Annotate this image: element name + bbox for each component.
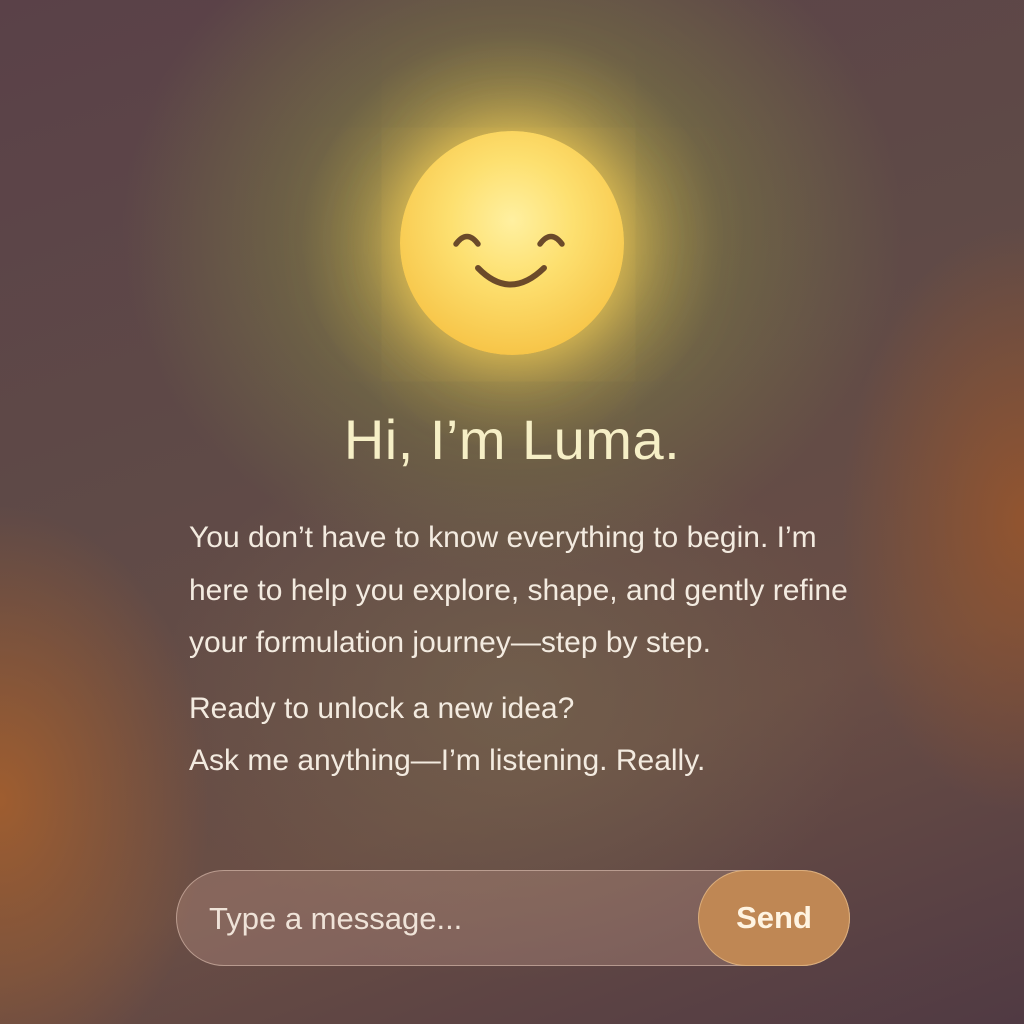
assistant-avatar [400, 131, 624, 355]
prompt-line: Ready to unlock a new idea? [189, 691, 575, 725]
smiling-face-icon [453, 233, 565, 288]
intro-text: You don’t have to know everything to beg… [189, 512, 849, 788]
greeting-title: Hi, I’m Luma. [343, 408, 681, 471]
prompt-line: Ask me anything—I’m listening. Really. [189, 744, 706, 777]
message-input[interactable] [209, 891, 689, 947]
send-button[interactable]: Send [698, 870, 850, 966]
message-composer: Send [176, 870, 850, 966]
intro-paragraph: You don’t have to know everything to beg… [189, 521, 848, 659]
